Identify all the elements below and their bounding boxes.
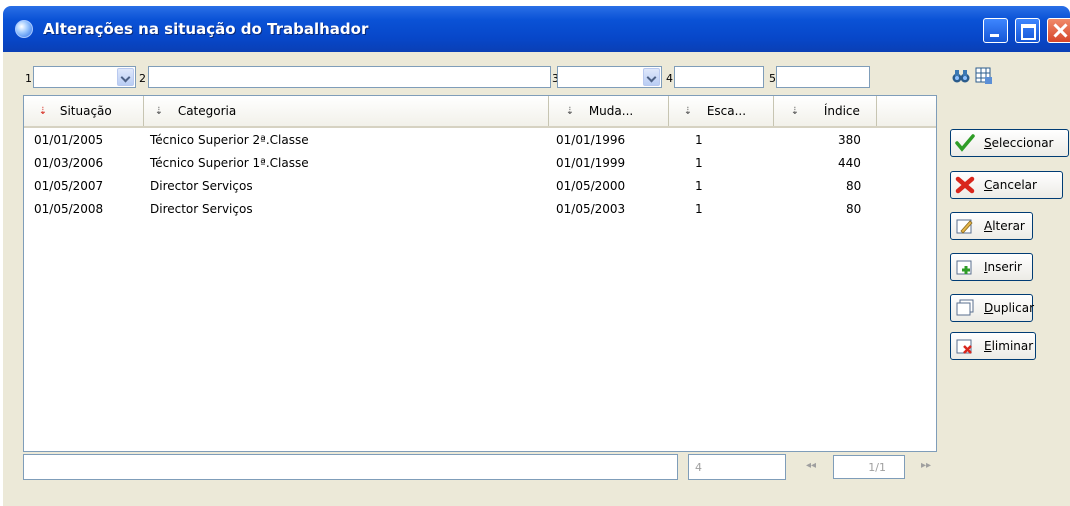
last-page-icon[interactable]: ▸▸	[921, 460, 931, 471]
binoculars-icon[interactable]	[952, 67, 970, 85]
chevron-down-icon[interactable]	[643, 68, 660, 86]
window-title: Alterações na situação do Trabalhador	[43, 20, 369, 38]
filter-combo-1[interactable]	[33, 66, 136, 88]
maximize-button[interactable]	[1015, 18, 1040, 43]
filter-field-5[interactable]	[776, 66, 870, 88]
grid-header: ⇣ Situação ⇣ Categoria ⇣ Muda... ⇣ Esca.…	[24, 96, 936, 128]
edit-pencil-icon	[956, 219, 973, 234]
column-header-muda[interactable]: ⇣ Muda...	[549, 96, 669, 126]
filter-label-5: 5	[769, 72, 776, 85]
page-field[interactable]: 1/1	[833, 455, 905, 479]
sort-icon: ⇣	[790, 105, 800, 117]
sort-icon: ⇣	[38, 105, 48, 117]
column-header-esca[interactable]: ⇣ Esca...	[669, 96, 774, 126]
app-icon[interactable]	[15, 20, 33, 38]
title-bar[interactable]: Alterações na situação do Trabalhador	[3, 6, 1070, 52]
close-button[interactable]	[1047, 18, 1070, 43]
delete-button[interactable]: Eliminar	[950, 332, 1036, 360]
chevron-down-icon[interactable]	[117, 68, 134, 86]
records-grid[interactable]: ⇣ Situação ⇣ Categoria ⇣ Muda... ⇣ Esca.…	[23, 95, 937, 452]
sort-icon: ⇣	[565, 105, 575, 117]
filter-field-2[interactable]	[148, 66, 551, 88]
duplicate-button[interactable]: Duplicar	[950, 294, 1034, 322]
minimize-button[interactable]	[983, 18, 1008, 43]
filter-label-4: 4	[666, 72, 673, 85]
cancel-button[interactable]: Cancelar	[950, 171, 1063, 199]
sort-icon: ⇣	[154, 105, 164, 117]
record-count-field: 4	[688, 454, 786, 480]
grid-settings-icon[interactable]	[975, 67, 993, 85]
filter-field-4[interactable]	[674, 66, 764, 88]
cancel-x-icon	[955, 176, 975, 194]
insert-button[interactable]: Inserir	[950, 253, 1033, 281]
column-header-situacao[interactable]: ⇣ Situação	[24, 96, 144, 126]
filter-combo-3[interactable]	[557, 66, 662, 88]
insert-plus-icon	[956, 260, 972, 275]
column-header-indice[interactable]: ⇣ Índice	[774, 96, 877, 126]
first-page-icon[interactable]: ◂◂	[806, 460, 816, 471]
edit-button[interactable]: Alterar	[950, 212, 1033, 240]
sort-icon: ⇣	[683, 105, 693, 117]
duplicate-icon	[956, 299, 974, 316]
select-button[interactable]: Seleccionar	[950, 129, 1069, 157]
filter-label-1: 1	[25, 72, 32, 85]
status-field[interactable]	[23, 454, 678, 480]
check-icon	[955, 134, 975, 152]
column-header-categoria[interactable]: ⇣ Categoria	[144, 96, 549, 126]
filter-label-2: 2	[139, 72, 146, 85]
window-client-area: 1 2 3 4 5 ⇣ Situação ⇣ Categoria ⇣ Muda.…	[3, 52, 1070, 506]
delete-icon	[956, 339, 972, 354]
